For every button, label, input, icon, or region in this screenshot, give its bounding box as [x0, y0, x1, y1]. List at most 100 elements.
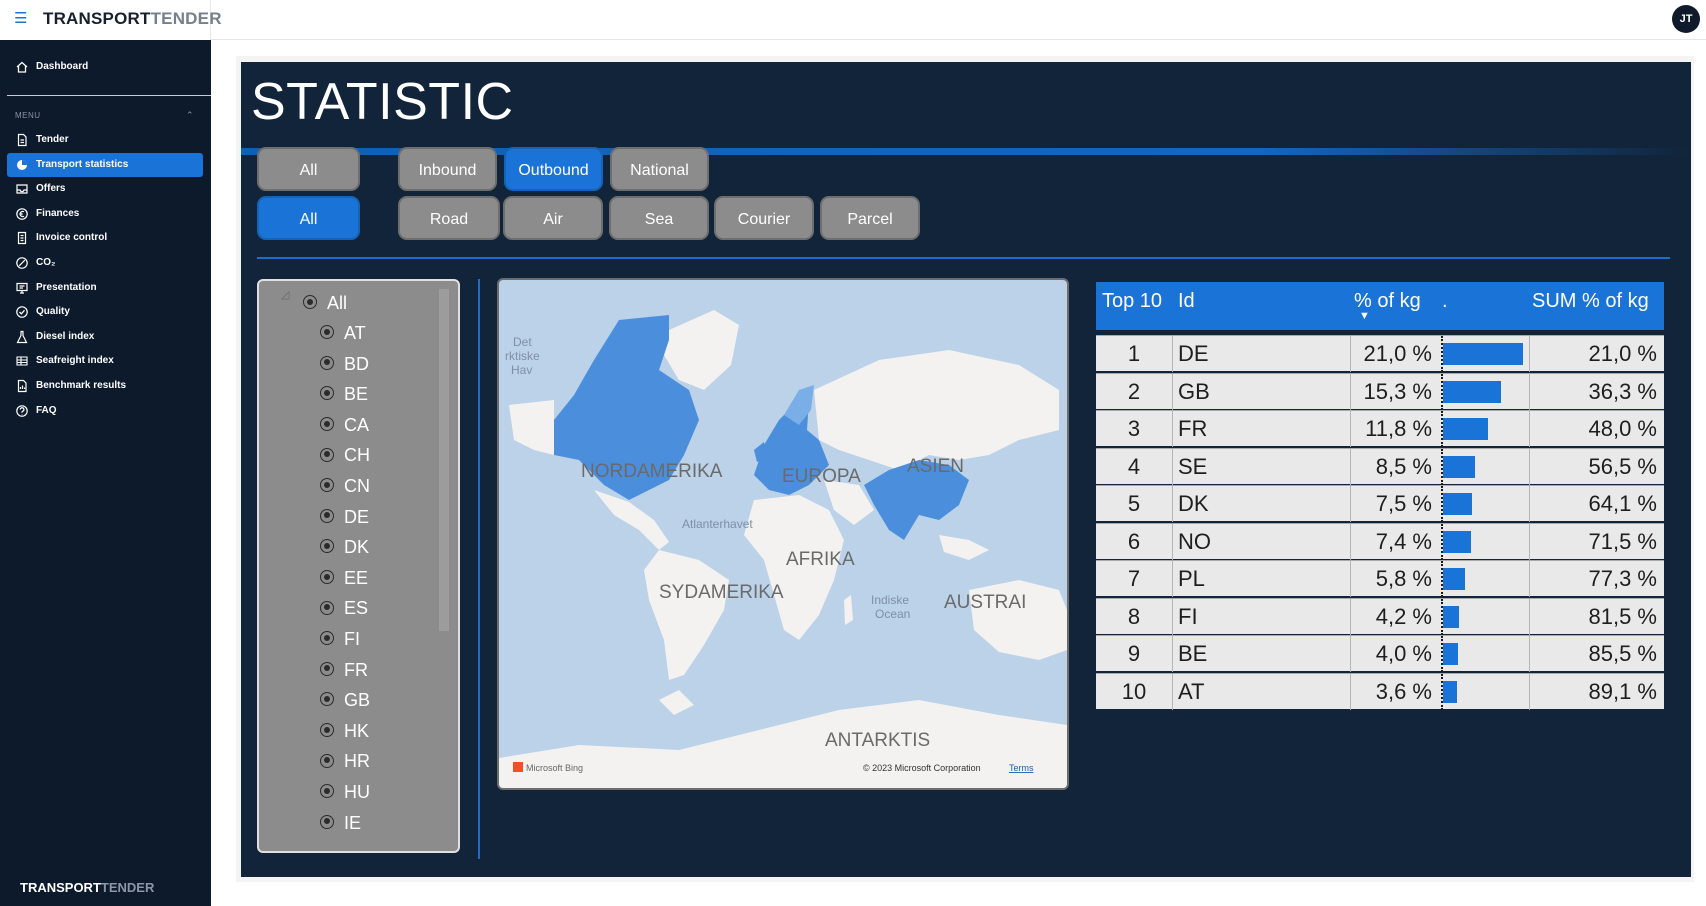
table-row[interactable]: 7 PL 5,8 % 77,3 %	[1096, 560, 1664, 597]
slicer-item-cn[interactable]: CN	[320, 472, 370, 500]
cell-sum: 81,5 %	[1588, 603, 1658, 629]
header-rank[interactable]: Top 10	[1102, 290, 1162, 313]
direction-filter-national[interactable]: National	[610, 147, 709, 191]
slicer-item-ca[interactable]: CA	[320, 411, 369, 439]
slicer-item-all[interactable]: All	[303, 289, 347, 317]
mode-filter-sea[interactable]: Sea	[609, 196, 709, 240]
radio-icon	[320, 386, 334, 401]
mode-filter-courier[interactable]: Courier	[714, 196, 814, 240]
map-label-australia: AUSTRAI	[944, 592, 1026, 613]
slicer-item-hr[interactable]: HR	[320, 747, 370, 775]
table-row[interactable]: 8 FI 4,2 % 81,5 %	[1096, 597, 1664, 635]
table-row[interactable]: 1 DE 21,0 % 21,0 %	[1096, 335, 1664, 372]
mode-filter-air[interactable]: Air	[503, 196, 603, 240]
table-row[interactable]: 6 NO 7,4 % 71,5 %	[1096, 522, 1664, 560]
slicer-item-gb[interactable]: GB	[320, 686, 370, 714]
sidebar-item-offers[interactable]: Offers	[7, 177, 203, 201]
help-icon	[15, 404, 29, 418]
sidebar-item-tender[interactable]: Tender	[7, 128, 203, 152]
cell-id: PL	[1178, 566, 1205, 591]
data-bar	[1443, 343, 1523, 365]
cell-pct: 4,2 %	[1375, 603, 1432, 629]
menu-section-collapse-icon[interactable]: ⌃	[186, 110, 194, 121]
mode-filter-road[interactable]: Road	[398, 196, 500, 240]
map-label-south-america: SYDAMERIKA	[659, 582, 784, 603]
slicer-item-be[interactable]: BE	[320, 380, 368, 408]
slicer-item-de[interactable]: DE	[320, 503, 369, 531]
slicer-item-hu[interactable]: HU	[320, 778, 370, 806]
cell-sum: 36,3 %	[1588, 378, 1658, 404]
table-row[interactable]: 9 BE 4,0 % 85,5 %	[1096, 635, 1664, 672]
sidebar-item-finances[interactable]: Finances	[7, 202, 203, 226]
sidebar-item-quality[interactable]: Quality	[7, 300, 203, 324]
header-bar[interactable]: .	[1442, 290, 1448, 313]
menu-collapse-icon[interactable]: ☰	[14, 10, 32, 28]
map-terms-link[interactable]: Terms	[1009, 763, 1034, 773]
sidebar-item-invoice-control[interactable]: Invoice control	[7, 226, 203, 250]
cell-pct: 7,4 %	[1375, 528, 1432, 554]
direction-filter-inbound[interactable]: Inbound	[398, 147, 497, 191]
slicer-item-es[interactable]: ES	[320, 594, 368, 622]
expand-triangle-icon[interactable]: ◿	[281, 288, 289, 301]
cell-id: DE	[1178, 341, 1209, 366]
direction-filter-outbound[interactable]: Outbound	[504, 147, 603, 191]
slicer-item-ee[interactable]: EE	[320, 564, 368, 592]
page-title: STATISTIC	[251, 73, 514, 131]
map-label-arctic-1: Det	[513, 335, 532, 349]
table-row[interactable]: 10 AT 3,6 % 89,1 %	[1096, 672, 1664, 710]
column-divider	[1172, 448, 1173, 485]
slicer-item-fi[interactable]: FI	[320, 625, 360, 653]
cell-id: BE	[1178, 641, 1208, 666]
slicer-scrollbar[interactable]	[439, 289, 449, 631]
sidebar-item-diesel-index[interactable]: Diesel index	[7, 325, 203, 349]
sidebar-item-transport-statistics[interactable]: Transport statistics	[7, 152, 203, 177]
slicer-item-dk[interactable]: DK	[320, 533, 369, 561]
presentation-icon	[15, 281, 29, 295]
cell-rank: 9	[1127, 641, 1141, 666]
cell-pct: 3,6 %	[1375, 678, 1432, 704]
table-row[interactable]: 4 SE 8,5 % 56,5 %	[1096, 447, 1664, 485]
radio-icon	[320, 784, 334, 799]
table-row[interactable]: 5 DK 7,5 % 64,1 %	[1096, 485, 1664, 522]
slicer-item-fr[interactable]: FR	[320, 656, 368, 684]
header-sum[interactable]: SUM % of kg	[1532, 290, 1649, 313]
slicer-item-hk[interactable]: HK	[320, 717, 369, 745]
slicer-item-ie[interactable]: IE	[320, 809, 361, 837]
data-bar	[1443, 568, 1466, 590]
sidebar-item-co[interactable]: CO₂	[7, 251, 203, 275]
direction-filter-all[interactable]: All	[257, 147, 360, 191]
cell-id: AT	[1178, 678, 1205, 704]
sidebar-item-presentation[interactable]: Presentation	[7, 276, 203, 300]
column-divider	[1172, 336, 1173, 372]
slicer-item-at[interactable]: AT	[320, 319, 366, 347]
cell-rank: 10	[1121, 678, 1147, 704]
sidebar-item-dashboard[interactable]: Dashboard	[7, 55, 203, 79]
sidebar-item-faq[interactable]: FAQ	[7, 399, 203, 423]
mode-filter-parcel[interactable]: Parcel	[820, 196, 920, 240]
cell-sum: 71,5 %	[1588, 528, 1658, 554]
table-row[interactable]: 3 FR 11,8 % 48,0 %	[1096, 410, 1664, 447]
brand-logo[interactable]: TRANSPORTTENDER	[43, 9, 222, 29]
radio-icon	[320, 723, 334, 738]
cell-sum: 89,1 %	[1588, 678, 1658, 704]
country-slicer[interactable]: ◿ All AT BD BE CA CH CN DE DK EE ES FI FR GB HK HR HU IE	[257, 279, 460, 853]
radio-icon	[320, 570, 334, 585]
slicer-item-bd[interactable]: BD	[320, 350, 369, 378]
cell-pct: 5,8 %	[1375, 566, 1432, 591]
document-icon	[15, 133, 29, 147]
sidebar-item-benchmark-results[interactable]: Benchmark results	[7, 374, 203, 398]
mode-filter-all[interactable]: All	[257, 196, 360, 240]
sidebar-item-seafreight-index[interactable]: Seafreight index	[7, 349, 203, 373]
table-row[interactable]: 2 GB 15,3 % 36,3 %	[1096, 372, 1664, 410]
map-label-arctic-3: Hav	[511, 363, 532, 377]
world-map[interactable]: NORDAMERIKA EUROPA ASIEN AFRIKA SYDAMERI…	[497, 278, 1069, 790]
header-id[interactable]: Id	[1178, 290, 1195, 313]
slicer-item-ch[interactable]: CH	[320, 441, 370, 469]
radio-icon	[320, 508, 334, 523]
user-avatar[interactable]: JT	[1672, 5, 1700, 33]
cell-rank: 4	[1127, 453, 1141, 479]
cell-id: NO	[1178, 528, 1211, 554]
bing-logo-icon	[513, 762, 523, 772]
sidebar-footer-logo: TRANSPORTTENDER	[20, 880, 155, 895]
radio-icon	[320, 753, 334, 768]
